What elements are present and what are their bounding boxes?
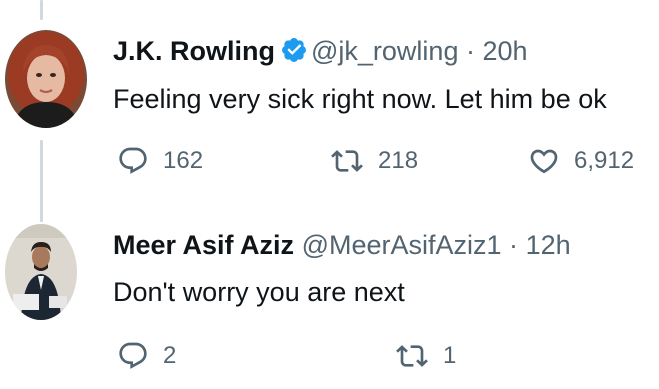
retweet-icon [395, 340, 429, 372]
retweet-count: 218 [378, 147, 419, 174]
reply-count: 2 [163, 342, 177, 369]
tweet-text: Feeling very sick right now. Let him be … [113, 84, 607, 114]
separator: · [465, 36, 475, 66]
separator: · [509, 230, 519, 260]
heart-icon [528, 145, 560, 177]
retweet-button[interactable]: 218 [330, 145, 418, 177]
reply-icon [117, 145, 149, 177]
display-name[interactable]: J.K. Rowling [113, 36, 275, 66]
timestamp[interactable]: 12h [526, 230, 571, 260]
handle[interactable]: @jk_rowling [311, 36, 458, 66]
retweet-count: 1 [443, 342, 457, 369]
timestamp[interactable]: 20h [483, 36, 528, 66]
thread-line-top [40, 0, 43, 20]
tweet-header: Meer Asif Aziz @MeerAsifAziz1 · 12h [113, 229, 571, 261]
thread-line-middle [40, 140, 43, 222]
retweet-icon [330, 145, 364, 177]
avatar-jk-rowling[interactable] [5, 30, 87, 128]
handle[interactable]: @MeerAsifAziz1 [302, 230, 502, 260]
tweet-text: Don't worry you are next [113, 277, 405, 307]
display-name[interactable]: Meer Asif Aziz [113, 230, 294, 260]
reply-button[interactable]: 2 [117, 340, 176, 372]
reply-count: 162 [163, 147, 204, 174]
like-button[interactable]: 6,912 [528, 145, 634, 177]
tweet-header: J.K. Rowling @jk_rowling · 20h [113, 35, 528, 71]
verified-badge-icon [280, 36, 308, 71]
like-count: 6,912 [574, 147, 635, 174]
reply-button[interactable]: 162 [117, 145, 203, 177]
retweet-button[interactable]: 1 [395, 340, 456, 372]
reply-icon [117, 340, 149, 372]
avatar-meer-asif-aziz[interactable] [5, 224, 77, 320]
